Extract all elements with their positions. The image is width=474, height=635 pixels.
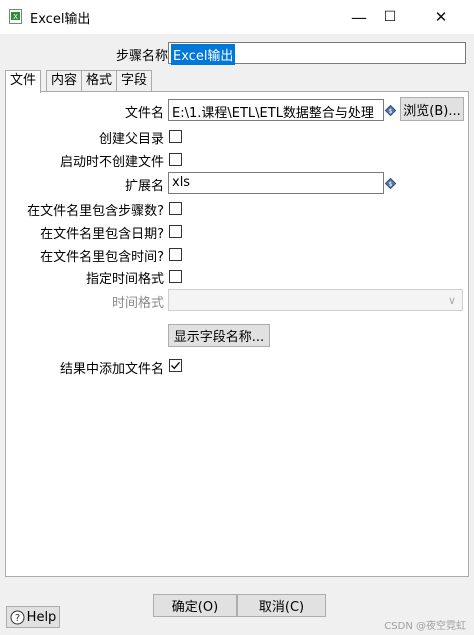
browse-button[interactable]: 浏览(B)... (400, 97, 464, 121)
checkmark-icon (171, 361, 180, 370)
tab-file[interactable]: 文件 (5, 70, 42, 93)
include-step-label: 在文件名里包含步骤数? (27, 204, 164, 219)
specify-time-format-label: 指定时间格式 (85, 272, 164, 287)
step-name-label: 步骤名称 (115, 49, 168, 64)
cancel-button[interactable]: 取消(C) (237, 594, 326, 617)
excel-output-icon: X (9, 9, 22, 24)
include-date-checkbox[interactable] (169, 225, 182, 238)
title-bar: X Excel输出 — ☐ ✕ (0, 0, 474, 34)
help-icon: ? (10, 610, 25, 624)
svg-text:$: $ (389, 108, 393, 115)
specify-time-format-checkbox[interactable] (169, 270, 182, 283)
filename-input[interactable]: E:\1.课程\ETL\ETL数据整合与处理 (168, 99, 384, 121)
close-button[interactable]: ✕ (418, 0, 464, 34)
help-label: Help (26, 609, 57, 625)
window-title: Excel输出 (30, 12, 91, 27)
svg-text:$: $ (389, 181, 393, 188)
tab-format[interactable]: 格式 (81, 70, 118, 92)
step-name-value: Excel输出 (171, 44, 236, 65)
svg-text:X: X (13, 13, 18, 21)
svg-text:?: ? (15, 613, 20, 624)
add-filename-label: 结果中添加文件名 (59, 362, 164, 377)
no-create-on-start-checkbox[interactable] (169, 153, 182, 166)
tab-fields[interactable]: 字段 (116, 70, 153, 92)
step-name-input[interactable]: Excel输出 (168, 42, 466, 65)
include-time-label: 在文件名里包含时间? (40, 250, 164, 265)
filename-label: 文件名 (124, 106, 164, 121)
time-format-select[interactable]: ∨ (168, 289, 463, 311)
include-step-checkbox[interactable] (169, 202, 182, 215)
watermark: CSDN @夜空霓虹 (384, 621, 466, 632)
variable-icon: $ (385, 105, 396, 116)
ok-button[interactable]: 确定(O) (153, 594, 237, 617)
maximize-button[interactable]: ☐ (367, 0, 413, 34)
create-parent-checkbox[interactable] (169, 130, 182, 143)
extension-input[interactable]: xls (168, 172, 384, 194)
chevron-down-icon: ∨ (447, 294, 456, 307)
time-format-label: 时间格式 (111, 296, 164, 311)
variable-icon: $ (385, 178, 396, 189)
tab-content[interactable]: 内容 (46, 70, 83, 92)
include-date-label: 在文件名里包含日期? (40, 227, 164, 242)
create-parent-label: 创建父目录 (98, 132, 164, 147)
tab-bar: 文件 内容 格式 字段 (5, 70, 153, 93)
include-time-checkbox[interactable] (169, 248, 182, 261)
help-button[interactable]: ? Help (6, 606, 60, 628)
no-create-on-start-label: 启动时不创建文件 (59, 155, 164, 170)
extension-label: 扩展名 (124, 179, 164, 194)
show-fields-button[interactable]: 显示字段名称... (168, 324, 270, 347)
add-filename-checkbox[interactable] (169, 359, 182, 372)
